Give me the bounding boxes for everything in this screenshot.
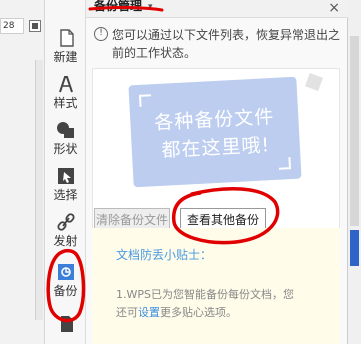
tips-text-post: 更多贴心选项。 — [160, 306, 237, 319]
tips-line-2: 还可设置更多贴心选项。 — [116, 304, 336, 322]
sidebar-item-label: 发射 — [53, 234, 78, 248]
document-scrollbar[interactable] — [35, 60, 43, 320]
tips-box: 文档防丢小贴士： 1.WPS已为您智能备份每份文档，您 还可设置更多贴心选项。 — [92, 228, 340, 344]
sidebar-item-label: 新建 — [53, 50, 78, 64]
document-icon — [55, 314, 77, 334]
tips-line-1: 1.WPS已为您智能备份每份文档，您 — [116, 288, 294, 301]
settings-link[interactable]: 设置 — [138, 306, 160, 319]
sidebar-item-label: 备份 — [53, 284, 78, 298]
sidebar-item-launch[interactable]: 发射 — [45, 208, 86, 254]
sidebar-item-label: 样式 — [53, 96, 78, 110]
sidebar-item-select[interactable]: 选择 — [45, 162, 86, 208]
sidebar-item-style[interactable]: 样式 — [45, 70, 86, 116]
shape-icon — [55, 120, 77, 140]
tool-sidebar: 新建 样式 形状 选择 发射 备份 — [45, 0, 86, 344]
panel-title[interactable]: 备份管理 — [94, 0, 142, 14]
ruler-value-box: 28 — [0, 18, 24, 34]
style-icon — [55, 74, 77, 94]
sidebar-item-new[interactable]: 新建 — [45, 24, 86, 70]
close-icon[interactable]: × — [328, 0, 340, 16]
tips-title: 文档防丢小贴士： — [116, 248, 213, 262]
tips-text-pre: 还可 — [116, 306, 138, 319]
scrollbar-marker — [350, 230, 359, 266]
select-icon — [55, 166, 77, 186]
panel-scrollbar[interactable] — [348, 0, 361, 344]
info-icon: ! — [94, 27, 108, 41]
sidebar-item-more[interactable] — [45, 310, 86, 344]
notice-text: 您可以通过以下文件列表，恢复异常退出之前的工作状态。 — [112, 28, 341, 60]
scrollbar-thumb[interactable] — [350, 36, 359, 226]
sidebar-item-label: 选择 — [53, 188, 78, 202]
panel-header: 备份管理 ▾ × — [86, 0, 348, 18]
empty-state-illustration: 各种备份文件 都在这里哦! — [128, 76, 302, 188]
backup-icon — [55, 262, 77, 282]
document-area: 28 — [0, 0, 45, 344]
link-icon — [55, 212, 77, 232]
chevron-down-icon[interactable]: ▾ — [148, 2, 153, 12]
decorative-square — [305, 73, 323, 91]
image-icon[interactable] — [29, 20, 41, 32]
new-doc-icon — [55, 28, 77, 48]
sidebar-item-label: 形状 — [53, 142, 78, 156]
sidebar-item-shape[interactable]: 形状 — [45, 116, 86, 162]
sidebar-item-backup[interactable]: 备份 — [45, 258, 86, 304]
